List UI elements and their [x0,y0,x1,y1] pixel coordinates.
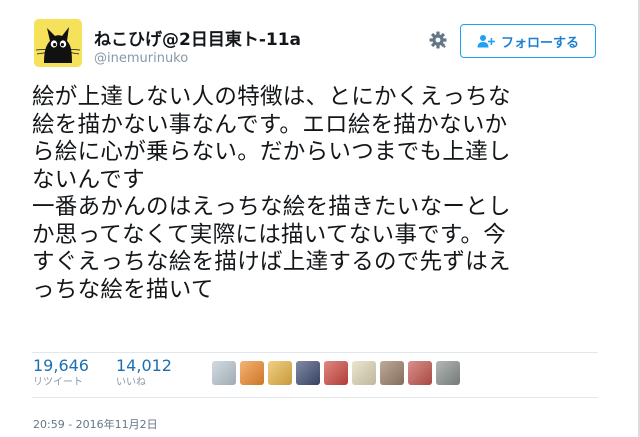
tweet-card: ねこひげ@2日目東ト-11a @inemurinuko フォローする 絵が上達し… [0,0,640,437]
gear-icon[interactable] [428,30,448,50]
liker-avatar-9[interactable] [436,361,460,385]
liker-avatar-3[interactable] [268,361,292,385]
tweet-text-line: 絵を描かない事なんです。エロ絵を描かないか [32,111,508,138]
follow-button-label: フォローする [500,35,579,51]
liker-avatar-4[interactable] [296,361,320,385]
user-avatar[interactable] [34,19,82,67]
liker-avatar-6[interactable] [352,361,376,385]
like-label: いいね [116,377,146,388]
tweet-text-line: ないんです [32,166,145,193]
divider [32,397,598,398]
tweet-text: 絵が上達しない人の特徴は、とにかくえっちな 絵を描かない事なんです。エロ絵を描か… [32,84,592,304]
like-stat[interactable]: 14,012 いいね [116,357,172,390]
tweet-text-line: っちな絵を描いて [32,276,214,303]
retweet-label: リツイート [33,377,83,388]
liker-avatar-2[interactable] [240,361,264,385]
liker-avatar-5[interactable] [324,361,348,385]
liked-by-avatars [212,361,460,385]
retweet-stat[interactable]: 19,646 リツイート [33,357,89,390]
tweet-text-line: 絵が上達しない人の特徴は、とにかくえっちな [32,84,511,110]
liker-avatar-7[interactable] [380,361,404,385]
tweet-text-line: すぐえっちな絵を描けば上達するので先ずはえ [32,249,511,275]
user-screen-name[interactable]: @inemurinuko [94,51,188,66]
liker-avatar-8[interactable] [408,361,432,385]
like-count: 14,012 [116,356,172,375]
divider [32,352,598,353]
tweet-text-line: 一番あかんのはえっちな絵を描きたいなーとし [32,194,511,220]
tweet-text-line: か思ってなくて実際には描いてない事です。今 [32,221,507,248]
tweet-timestamp[interactable]: 20:59 - 2016年11月2日 [33,416,158,432]
person-plus-icon [477,35,495,48]
black-cat-avatar-image [34,19,82,67]
liker-avatar-1[interactable] [212,361,236,385]
retweet-count: 19,646 [33,356,89,375]
tweet-text-line: ら絵に心が乗らない。だからいつまでも上達し [32,139,511,165]
follow-button[interactable]: フォローする [460,24,596,58]
user-display-name[interactable]: ねこひげ@2日目東ト-11a [94,25,301,50]
